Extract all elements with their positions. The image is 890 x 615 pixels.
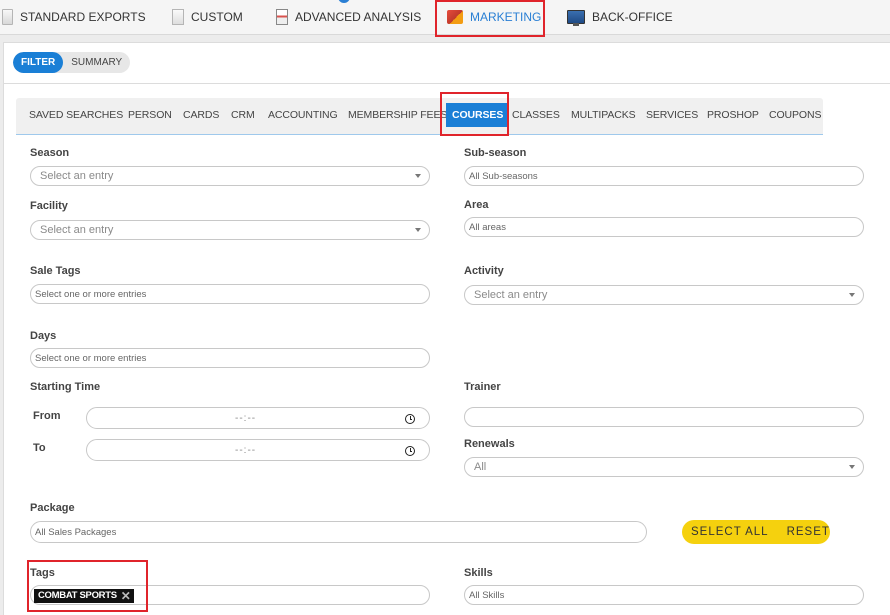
category-tabs: SAVED SEARCHES PERSON CARDS CRM ACCOUNTI… [16,98,823,135]
package-label: Package [30,502,75,514]
nav-label: BACK-OFFICE [592,9,673,24]
summary-tab[interactable]: SUMMARY [63,52,130,73]
select-all-button[interactable]: SELECT ALL [682,526,778,538]
to-time-value: --:-- [235,445,257,456]
tab-crm[interactable]: CRM [231,98,255,132]
season-placeholder: Select an entry [40,170,114,182]
skills-label: Skills [464,567,493,579]
document-icon [2,8,13,25]
nav-standard-exports[interactable]: STANDARD EXPORTS [2,0,146,33]
area-label: Area [464,199,489,211]
tab-accounting[interactable]: ACCOUNTING [268,98,338,132]
tab-coupons[interactable]: COUPONS [769,98,821,132]
season-label: Season [30,147,70,159]
facility-placeholder: Select an entry [40,224,114,236]
subseason-select[interactable]: All Sub-seasons [464,166,864,186]
from-time-value: --:-- [235,413,257,424]
highlight-marketing [435,0,545,37]
from-time-input[interactable]: --:-- [86,407,430,429]
highlight-courses [440,92,509,136]
clock-icon[interactable] [405,446,415,456]
document-icon [172,8,184,25]
sale-tags-select[interactable]: Select one or more entries [30,284,430,304]
to-label: To [33,442,46,454]
nav-back-office[interactable]: BACK-OFFICE [567,0,673,33]
days-placeholder: Select one or more entries [35,353,147,364]
renewals-select[interactable]: All [464,457,864,477]
starting-time-label: Starting Time [30,381,101,393]
activity-select[interactable]: Select an entry [464,285,864,305]
clock-icon[interactable] [405,414,415,424]
activity-placeholder: Select an entry [474,289,548,301]
package-actions: SELECT ALL RESET [682,520,830,544]
from-label: From [33,410,61,422]
chevron-down-icon [849,465,855,469]
trainer-input[interactable] [464,407,864,427]
subseason-placeholder: All Sub-seasons [469,171,538,182]
package-placeholder: All Sales Packages [35,527,117,538]
divider [4,83,890,84]
skills-placeholder: All Skills [469,590,505,601]
season-select[interactable]: Select an entry [30,166,430,186]
chevron-down-icon [415,174,421,178]
reset-button[interactable]: RESET [778,526,839,538]
chevron-down-icon [415,228,421,232]
nav-label: ADVANCED ANALYSIS [295,9,422,24]
days-label: Days [30,330,57,342]
tab-cards[interactable]: CARDS [183,98,219,132]
package-select[interactable]: All Sales Packages [30,521,647,543]
tab-services[interactable]: SERVICES [646,98,698,132]
renewals-value: All [474,461,487,473]
renewals-label: Renewals [464,438,515,450]
skills-select[interactable]: All Skills [464,585,864,605]
nav-advanced-analysis[interactable]: ADVANCED ANALYSIS [276,0,421,33]
tab-person[interactable]: PERSON [128,98,172,132]
facility-select[interactable]: Select an entry [30,220,430,240]
filter-tab[interactable]: FILTER [13,52,64,73]
chevron-down-icon [849,293,855,297]
area-select[interactable]: All areas [464,217,864,237]
activity-label: Activity [464,265,504,277]
sale-tags-label: Sale Tags [30,265,81,277]
tab-multipacks[interactable]: MULTIPACKS [571,98,636,132]
facility-label: Facility [30,200,68,212]
area-placeholder: All areas [469,222,506,233]
tab-classes[interactable]: CLASSES [512,98,560,132]
trainer-label: Trainer [464,381,501,393]
nav-custom[interactable]: CUSTOM [172,0,243,33]
monitor-icon [567,9,585,26]
sale-tags-placeholder: Select one or more entries [35,289,147,300]
view-toggle: FILTER SUMMARY [13,52,131,73]
days-select[interactable]: Select one or more entries [30,348,430,368]
to-time-input[interactable]: --:-- [86,439,430,461]
highlight-tags [27,560,148,612]
tab-saved-searches[interactable]: SAVED SEARCHES [29,98,123,132]
tab-proshop[interactable]: PROSHOP [707,98,759,132]
nav-label: CUSTOM [191,9,243,24]
subseason-label: Sub-season [464,147,527,159]
nav-label: STANDARD EXPORTS [20,9,146,24]
tab-membership-fees[interactable]: MEMBERSHIP FEES [348,98,447,132]
report-icon [276,8,288,25]
